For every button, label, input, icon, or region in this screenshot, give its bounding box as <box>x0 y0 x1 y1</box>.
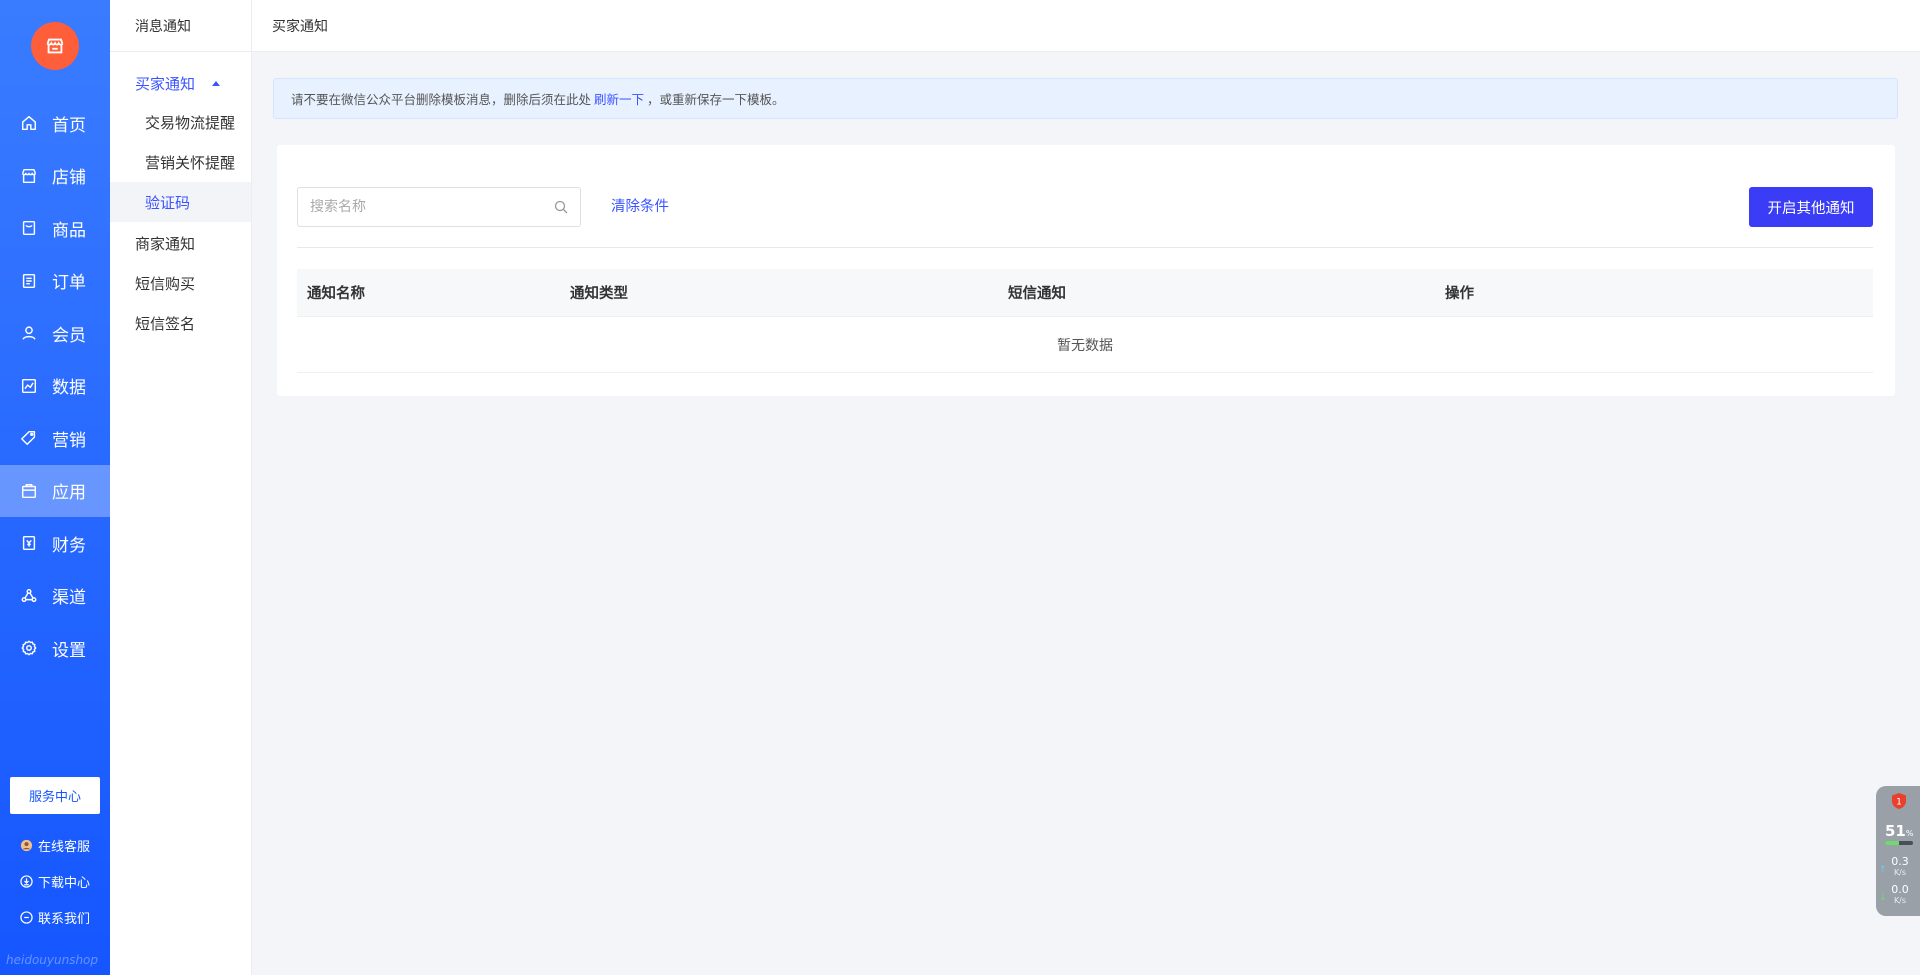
download-center-link[interactable]: 下载中心 <box>20 872 90 891</box>
tag-icon <box>20 429 38 447</box>
search-box <box>297 187 581 227</box>
content-card: 清除条件 开启其他通知 通知名称 通知类型 短信通知 操作 暂无数据 <box>277 145 1895 396</box>
contact-us-link[interactable]: 联系我们 <box>20 908 90 927</box>
caret-up-icon <box>212 81 221 86</box>
nav-item-goods[interactable]: 商品 <box>0 202 110 255</box>
empty-state: 暂无数据 <box>297 317 1873 373</box>
subnav-item-verification-code[interactable]: 验证码 <box>110 182 251 222</box>
nav-item-order[interactable]: 订单 <box>0 255 110 308</box>
cpu-bar-fill <box>1885 841 1900 845</box>
column-header-action: 操作 <box>1445 286 1474 302</box>
app-icon <box>20 482 38 500</box>
upload-arrow-icon: ↑ <box>1879 865 1887 875</box>
alert-text-after: ，或重新保存一下模板。 <box>647 92 785 107</box>
nav-item-store[interactable]: 店铺 <box>0 150 110 203</box>
member-icon <box>20 324 38 342</box>
subnav-item-marketing-care[interactable]: 营销关怀提醒 <box>110 142 251 182</box>
clear-conditions-button[interactable]: 清除条件 <box>611 195 669 216</box>
online-service-link[interactable]: 在线客服 <box>20 836 90 855</box>
nav-item-member[interactable]: 会员 <box>0 307 110 360</box>
chart-icon <box>20 377 38 395</box>
nav-item-tag[interactable]: 营销 <box>0 412 110 465</box>
watermark: heidouyunshop <box>6 953 99 967</box>
main-nav: 首页店铺商品订单会员数据营销应用财务渠道设置 <box>0 97 110 675</box>
nav-item-label: 财务 <box>52 535 86 556</box>
nav-item-gear[interactable]: 设置 <box>0 622 110 675</box>
enable-other-notifications-button[interactable]: 开启其他通知 <box>1749 187 1873 227</box>
notification-table: 通知名称 通知类型 短信通知 操作 暂无数据 <box>297 269 1873 373</box>
subnav-group-merchant[interactable]: 商家通知 <box>135 233 195 254</box>
notice-alert: 请不要在微信公众平台删除模板消息，删除后须在此处 刷新一下 ，或重新保存一下模板… <box>273 78 1898 119</box>
goods-icon <box>20 219 38 237</box>
divider <box>297 247 1873 248</box>
alert-text-before: 请不要在微信公众平台删除模板消息，删除后须在此处 <box>291 92 592 107</box>
cpu-percent: 51% <box>1885 822 1914 840</box>
topbar: 买家通知 <box>252 0 1920 52</box>
nav-item-label: 首页 <box>52 115 86 136</box>
store-icon <box>20 167 38 185</box>
download-arrow-icon: ↓ <box>1879 893 1887 903</box>
nav-item-label: 商品 <box>52 220 86 241</box>
home-icon <box>20 114 38 132</box>
nav-item-label: 营销 <box>52 430 86 451</box>
page-title: 买家通知 <box>272 18 328 35</box>
nav-item-app[interactable]: 应用 <box>0 464 110 517</box>
column-header-type: 通知类型 <box>570 286 628 302</box>
nav-item-label: 店铺 <box>52 168 86 189</box>
subnav-group-buyer-label: 买家通知 <box>135 75 196 93</box>
table-header: 通知名称 通知类型 短信通知 操作 <box>297 269 1873 317</box>
subnav-item-logistics[interactable]: 交易物流提醒 <box>110 102 251 142</box>
shield-icon: 1 <box>1892 793 1906 809</box>
cpu-bar <box>1885 841 1913 845</box>
upload-speed: 0.3 K/s <box>1891 855 1909 877</box>
column-header-name: 通知名称 <box>307 286 365 302</box>
search-icon[interactable] <box>554 200 568 214</box>
nav-item-label: 会员 <box>52 325 86 346</box>
search-input[interactable] <box>310 199 554 215</box>
column-header-sms: 短信通知 <box>1008 286 1066 302</box>
download-speed: 0.0 K/s <box>1891 883 1909 905</box>
online-service-label: 在线客服 <box>38 840 91 855</box>
subnav-group-buyer[interactable]: 买家通知 <box>135 73 221 94</box>
chat-icon <box>20 911 33 924</box>
shield-badge: 1 <box>1896 798 1902 808</box>
nav-item-home[interactable]: 首页 <box>0 97 110 150</box>
nav-item-channel[interactable]: 渠道 <box>0 570 110 623</box>
speed-monitor-widget[interactable]: 1 51% ↑ 0.3 K/s ↓ 0.0 K/s <box>1876 786 1920 916</box>
nav-item-label: 渠道 <box>52 588 86 609</box>
nav-item-label: 订单 <box>52 273 86 294</box>
sub-sidebar: 消息通知 买家通知 交易物流提醒 营销关怀提醒 验证码 商家通知 短信购买 短信… <box>110 0 252 975</box>
nav-item-label: 数据 <box>52 378 86 399</box>
subnav-group-sms-buy[interactable]: 短信购买 <box>135 273 195 294</box>
download-center-label: 下载中心 <box>38 876 91 891</box>
finance-icon <box>20 534 38 552</box>
nav-item-finance[interactable]: 财务 <box>0 517 110 570</box>
logo-store-icon[interactable] <box>31 22 79 70</box>
service-center-button[interactable]: 服务中心 <box>10 777 100 814</box>
nav-item-label: 设置 <box>52 640 86 661</box>
channel-icon <box>20 587 38 605</box>
avatar-icon <box>20 839 33 852</box>
refresh-link[interactable]: 刷新一下 <box>594 89 644 108</box>
order-icon <box>20 272 38 290</box>
download-icon <box>20 875 33 888</box>
nav-item-chart[interactable]: 数据 <box>0 360 110 413</box>
subnav-title: 消息通知 <box>110 0 251 52</box>
contact-us-label: 联系我们 <box>38 912 91 927</box>
nav-item-label: 应用 <box>52 483 86 504</box>
gear-icon <box>20 639 38 657</box>
main-sidebar: 首页店铺商品订单会员数据营销应用财务渠道设置 服务中心 在线客服 下载中心 联系… <box>0 0 110 975</box>
subnav-group-sms-sign[interactable]: 短信签名 <box>135 313 195 334</box>
